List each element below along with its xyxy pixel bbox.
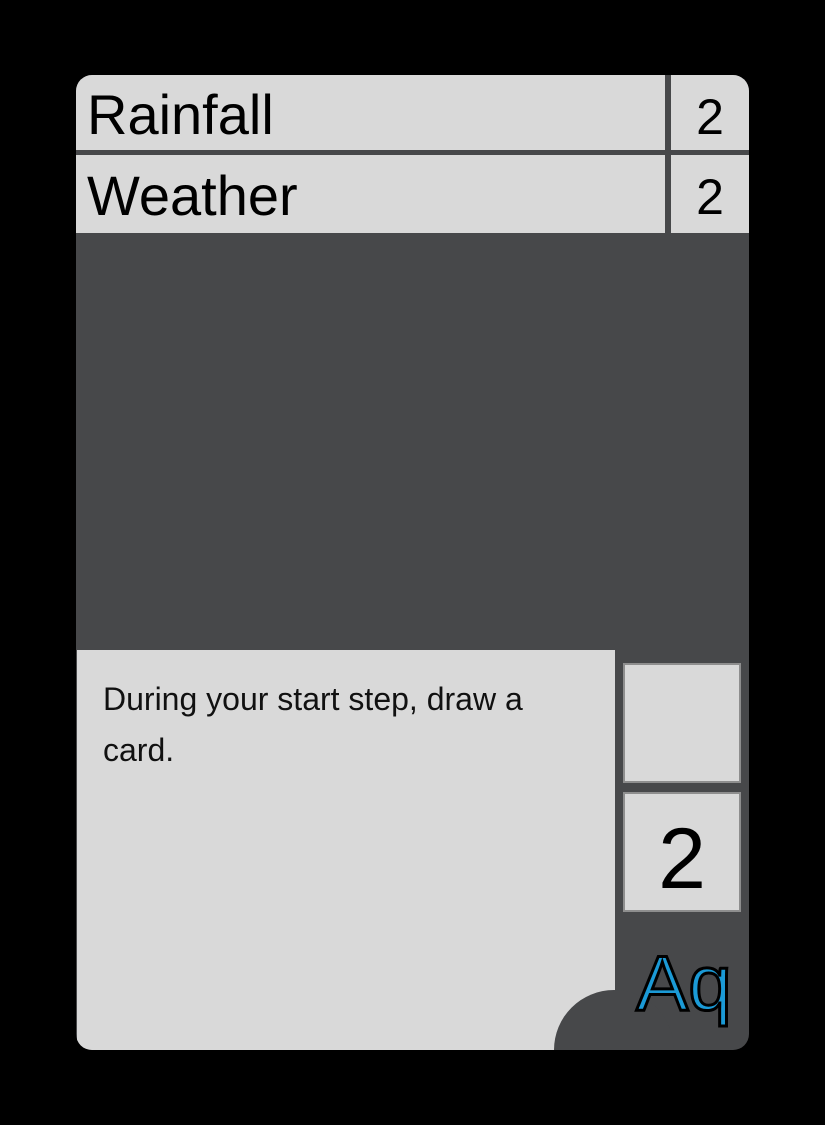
set-symbol-icon: Aq (635, 938, 733, 1029)
lower-stat-box: 2 (623, 792, 741, 912)
card-title: Rainfall (76, 75, 665, 150)
type-value: 2 (671, 155, 749, 233)
cost-value: 2 (671, 75, 749, 150)
upper-stat-box (623, 663, 741, 783)
card-type: Weather (76, 155, 665, 233)
rules-text-box: During your start step, draw a card. (77, 650, 615, 1050)
lower-stat-value: 2 (658, 811, 706, 907)
rules-text: During your start step, draw a card. (103, 681, 523, 768)
card[interactable]: Rainfall 2 Weather 2 During your start s… (76, 75, 749, 1050)
card-art (76, 233, 749, 650)
